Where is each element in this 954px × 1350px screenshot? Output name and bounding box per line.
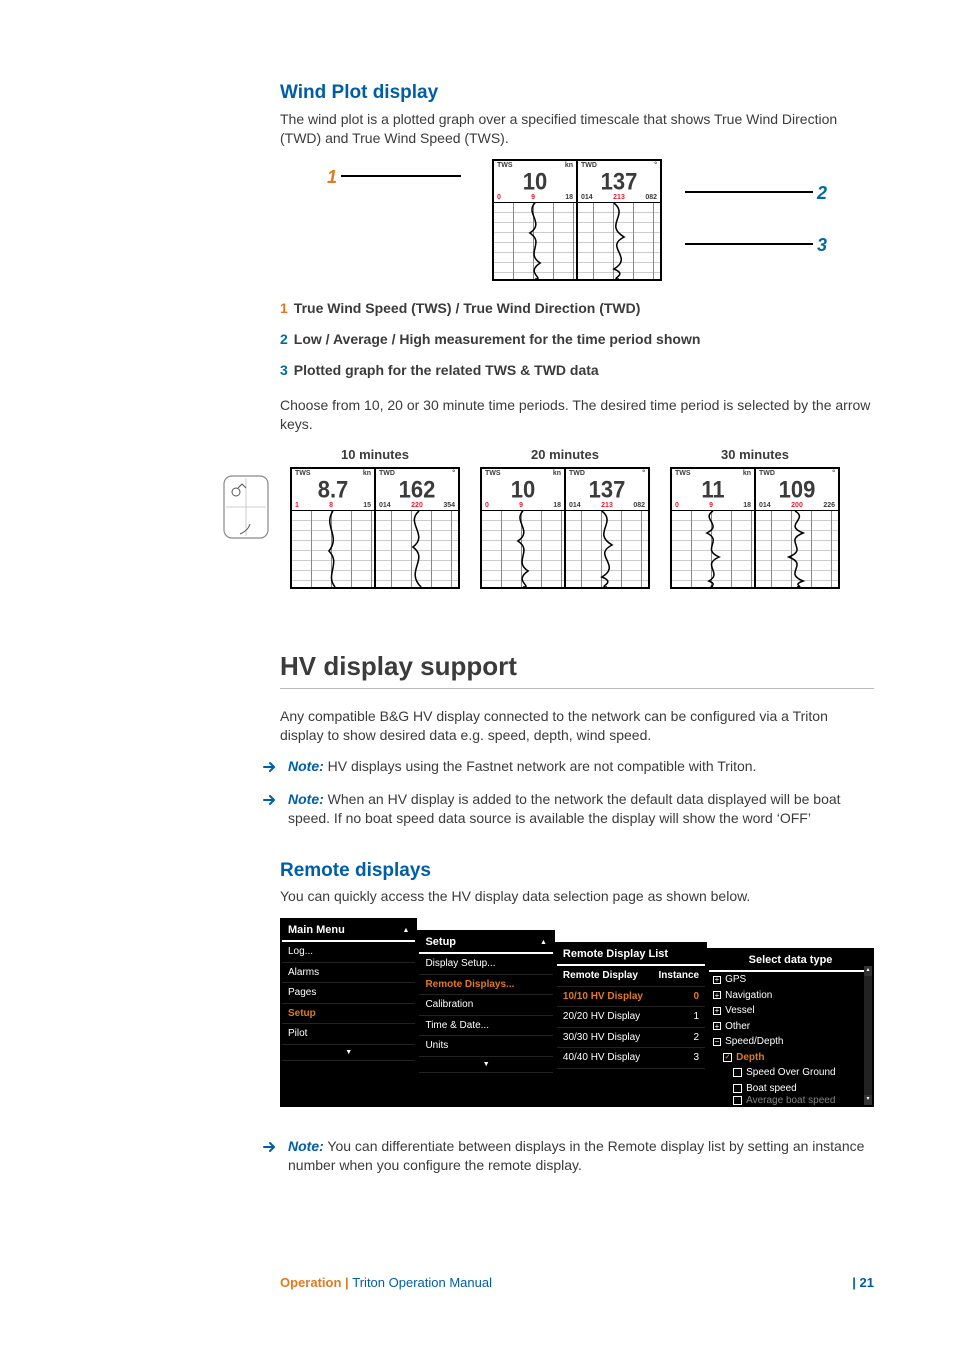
menu-item[interactable]: Pages [282, 983, 415, 1004]
legend-item-3: 3Plotted graph for the related TWS & TWD… [298, 361, 874, 380]
menu-item[interactable]: Display Setup... [419, 954, 552, 975]
arrow-right-icon [262, 1137, 278, 1175]
tree-item[interactable]: Speed Over Ground [709, 1065, 872, 1081]
twd-value-main: 137 [581, 170, 657, 194]
wind-panel-main: TWSkn 10 0918 TWD° 137 014213082 [492, 159, 662, 281]
expand-icon[interactable] [713, 976, 721, 984]
checkbox-icon[interactable] [733, 1096, 742, 1105]
menu-item[interactable]: Setup [282, 1004, 415, 1025]
table-row[interactable]: 40/40 HV Display3 [557, 1048, 705, 1069]
scroll-down-icon[interactable]: ▾ [864, 1095, 872, 1105]
table-row[interactable]: 30/30 HV Display2 [557, 1028, 705, 1049]
menu-item[interactable]: Calibration [419, 995, 552, 1016]
period-caption-20: 20 minutes [480, 446, 650, 464]
hv-note-3: Note: You can differentiate between disp… [262, 1137, 874, 1175]
legend-item-1: 1True Wind Speed (TWS) / True Wind Direc… [298, 299, 874, 318]
tree-item[interactable]: GPS [709, 972, 872, 988]
tws-value-main: 10 [497, 170, 573, 194]
menu-item[interactable]: Alarms [282, 963, 415, 984]
setup-menu-panel: Setup ▲ Display Setup...Remote Displays..… [417, 930, 554, 1107]
page-number: | 21 [852, 1274, 874, 1292]
wind-plot-heading: Wind Plot display [280, 80, 874, 106]
menu-item[interactable]: Time & Date... [419, 1016, 552, 1037]
menu-screenshots: Main Menu▲ Log...AlarmsPagesSetupPilot▼ … [280, 918, 874, 1107]
footer-section: Operation | [280, 1275, 352, 1290]
data-type-title: Select data type [749, 953, 833, 968]
wind-plot-intro: The wind plot is a plotted graph over a … [280, 110, 874, 148]
remote-list-panel: Remote Display List Remote DisplayInstan… [555, 942, 707, 1107]
scroll-up-icon[interactable]: ▴ [864, 966, 872, 976]
arrow-keys-hand-icon [222, 474, 270, 540]
wind-plot-annotated-figure: 1 2 3 TWSkn 10 0918 TWD° 137 014213082 [407, 159, 747, 281]
table-row[interactable]: 20/20 HV Display1 [557, 1007, 705, 1028]
arrow-right-icon [262, 757, 278, 780]
tree-item[interactable]: Vessel [709, 1003, 872, 1019]
checkbox-icon[interactable] [733, 1084, 742, 1093]
annotation-2: 2 [817, 181, 827, 205]
tree-item[interactable]: Average boat speed [709, 1096, 872, 1105]
tree-item[interactable]: Boat speed [709, 1081, 872, 1097]
main-menu-title: Main Menu [288, 923, 345, 938]
annotation-1: 1 [327, 165, 337, 189]
checkbox-icon[interactable]: ✓ [723, 1053, 732, 1062]
tree-item[interactable]: Speed/Depth [709, 1034, 872, 1050]
hv-intro: Any compatible B&G HV display connected … [280, 707, 874, 745]
checkbox-icon[interactable] [733, 1068, 742, 1077]
remote-displays-heading: Remote displays [280, 858, 874, 884]
tree-item[interactable]: Other [709, 1019, 872, 1035]
scrollbar[interactable]: ▴▾ [864, 966, 872, 1105]
menu-item[interactable]: Pilot [282, 1024, 415, 1045]
menu-item[interactable]: Log... [282, 942, 415, 963]
scroll-down-icon: ▼ [419, 1057, 552, 1073]
scroll-up-icon: ▲ [403, 926, 410, 935]
period-caption-30: 30 minutes [670, 446, 840, 464]
remote-list-title: Remote Display List [563, 947, 668, 962]
period-caption-10: 10 minutes [290, 446, 460, 464]
arrow-right-icon [262, 790, 278, 828]
footer-manual: Triton Operation Manual [352, 1275, 492, 1290]
page-footer: Operation | Triton Operation Manual | 21 [280, 1274, 874, 1292]
scroll-down-icon: ▼ [282, 1045, 415, 1061]
collapse-icon[interactable] [713, 1038, 721, 1046]
expand-icon[interactable] [713, 1007, 721, 1015]
tree-item[interactable]: ✓Depth [709, 1050, 872, 1066]
legend-item-2: 2Low / Average / High measurement for th… [298, 330, 874, 349]
scroll-up-icon: ▲ [540, 938, 547, 947]
remote-displays-intro: You can quickly access the HV display da… [280, 887, 874, 906]
periods-intro: Choose from 10, 20 or 30 minute time per… [280, 396, 874, 434]
setup-menu-title: Setup [425, 935, 456, 950]
wind-panel-30: TWSkn 11 0918 TWD° 109 014200226 [670, 467, 840, 589]
wind-panel-20: TWSkn 10 0918 TWD° 137 014213082 [480, 467, 650, 589]
hv-note-1: Note: HV displays using the Fastnet netw… [262, 757, 874, 780]
data-type-panel: Select data type GPSNavigationVesselOthe… [707, 948, 874, 1107]
expand-icon[interactable] [713, 991, 721, 999]
hv-section-heading: HV display support [280, 649, 874, 689]
annotation-3: 3 [817, 233, 827, 257]
menu-item[interactable]: Units [419, 1036, 552, 1057]
tree-item[interactable]: Navigation [709, 988, 872, 1004]
wind-panel-10: TWSkn 8.7 1815 TWD° 162 014220354 [290, 467, 460, 589]
table-row[interactable]: 10/10 HV Display0 [557, 987, 705, 1008]
expand-icon[interactable] [713, 1022, 721, 1030]
main-menu-panel: Main Menu ▲ Log...AlarmsPagesSetupPilot▼ [280, 918, 417, 1107]
hv-note-2: Note: When an HV display is added to the… [262, 790, 874, 828]
menu-item[interactable]: Remote Displays... [419, 975, 552, 996]
